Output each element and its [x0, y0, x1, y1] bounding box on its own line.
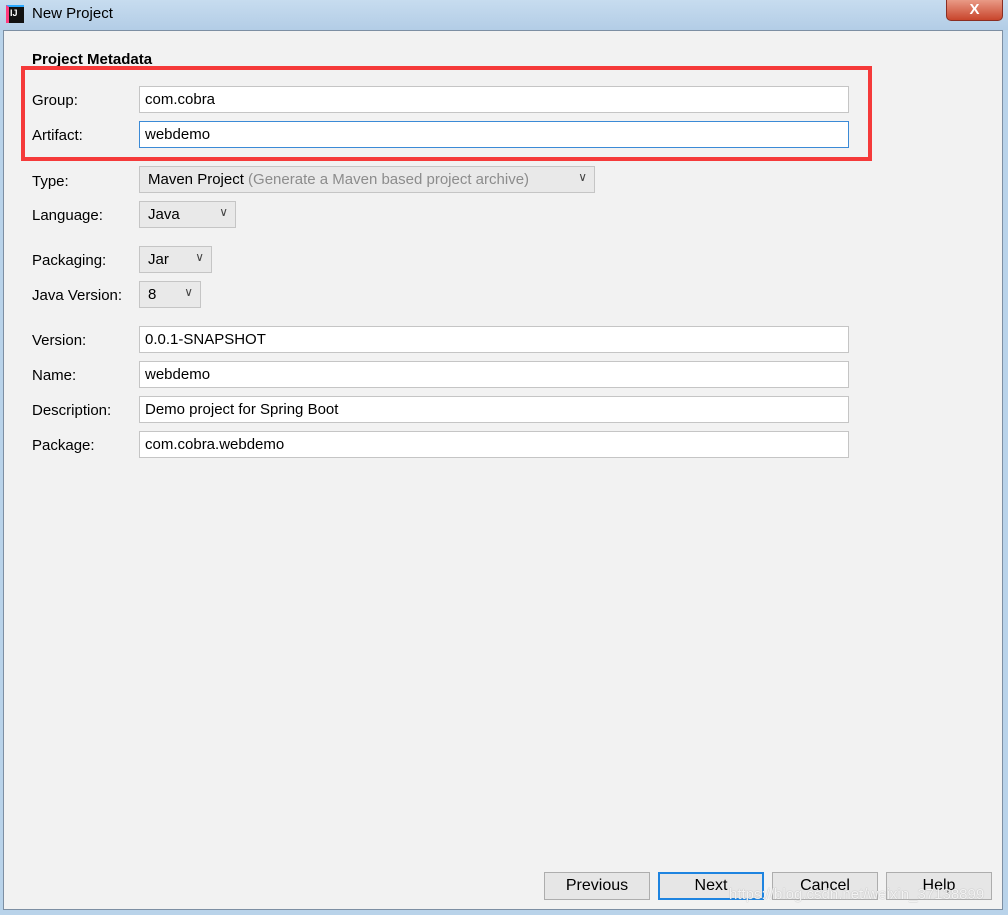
type-value: Maven Project — [148, 171, 244, 188]
previous-button[interactable]: Previous — [544, 872, 650, 900]
artifact-input[interactable] — [139, 121, 849, 148]
type-hint: (Generate a Maven based project archive) — [248, 171, 530, 188]
package-label: Package: — [32, 437, 95, 454]
description-label: Description: — [32, 402, 112, 419]
chevron-down-icon: ∨ — [184, 285, 193, 299]
title-bar: IJ New Project X — [0, 0, 1008, 30]
packaging-label: Packaging: — [32, 252, 107, 269]
name-input[interactable] — [139, 361, 849, 388]
artifact-label: Artifact: — [32, 127, 83, 144]
java-version-select[interactable]: 8 ∨ — [139, 281, 201, 308]
watermark: https://blog.csdn.net/weixin_37138899 — [729, 886, 985, 903]
type-label: Type: — [32, 173, 69, 190]
packaging-select[interactable]: Jar ∨ — [139, 246, 212, 273]
language-value: Java — [148, 206, 180, 223]
intellij-app-icon: IJ — [6, 5, 24, 23]
window-title: New Project — [32, 5, 113, 22]
group-label: Group: — [32, 92, 78, 109]
type-select[interactable]: Maven Project (Generate a Maven based pr… — [139, 166, 595, 193]
version-label: Version: — [32, 332, 87, 349]
close-button[interactable]: X — [946, 0, 1003, 21]
description-input[interactable] — [139, 396, 849, 423]
chevron-down-icon: ∨ — [195, 250, 204, 264]
java-version-value: 8 — [148, 286, 157, 303]
version-input[interactable] — [139, 326, 849, 353]
chevron-down-icon: ∨ — [219, 205, 228, 219]
java-version-label: Java Version: — [32, 287, 123, 304]
package-input[interactable] — [139, 431, 849, 458]
packaging-value: Jar — [148, 251, 169, 268]
group-input[interactable] — [139, 86, 849, 113]
chevron-down-icon: ∨ — [578, 170, 587, 184]
language-select[interactable]: Java ∨ — [139, 201, 236, 228]
name-label: Name: — [32, 367, 77, 384]
language-label: Language: — [32, 207, 103, 224]
new-project-dialog: Project Metadata Group: Artifact: Type: … — [3, 30, 1003, 910]
